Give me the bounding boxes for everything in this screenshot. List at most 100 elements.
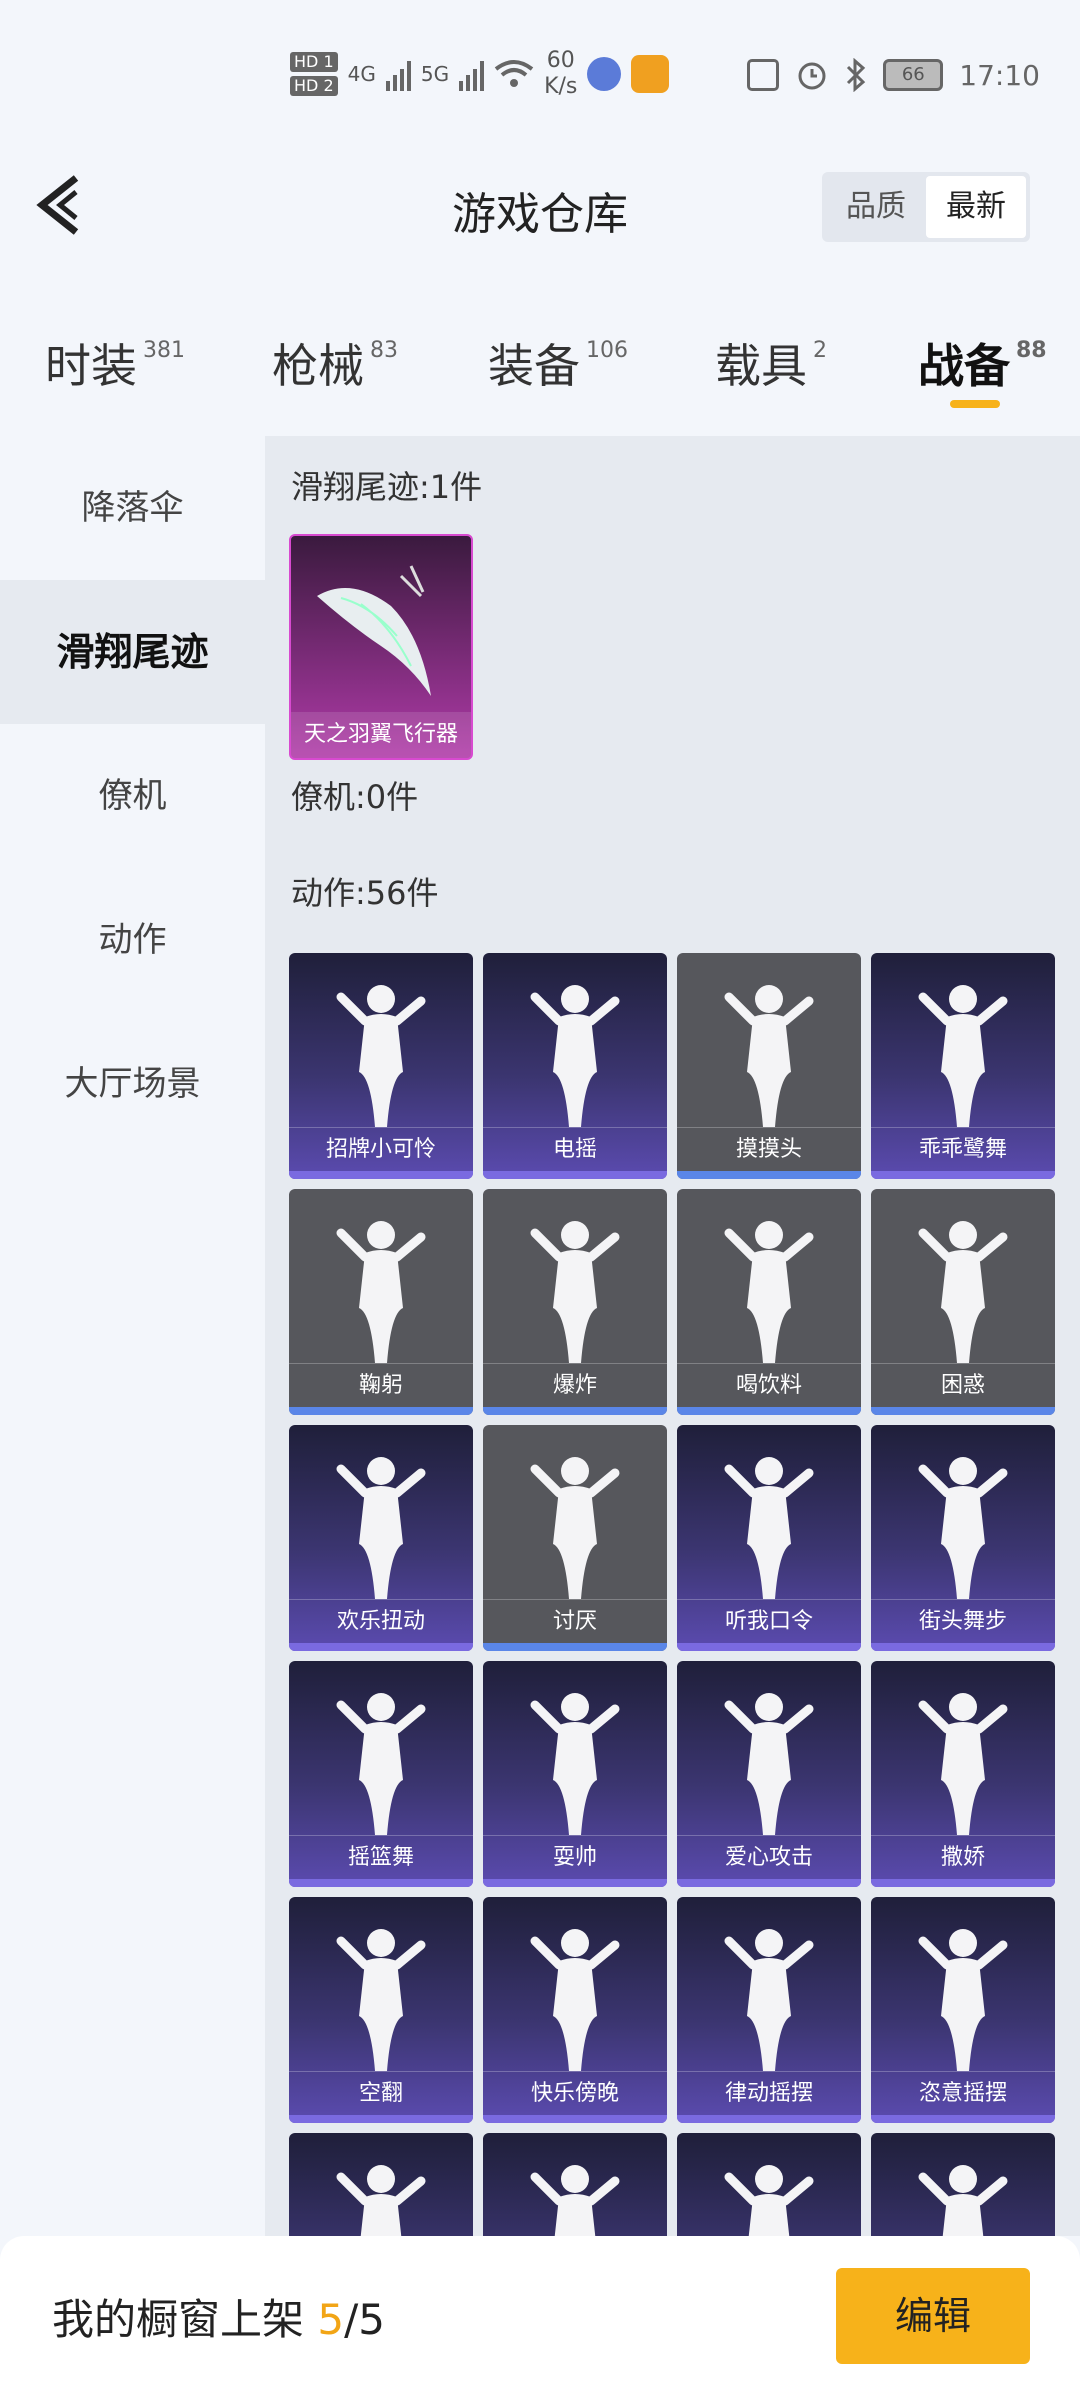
tab-equipment[interactable]: 装备 106 (488, 330, 628, 396)
dance-figure-icon (331, 1449, 431, 1599)
action-card-bar (677, 1879, 861, 1887)
sidebar-item-lobby-scene[interactable]: 大厅场景 (0, 1012, 265, 1156)
action-card-label: 街头舞步 (871, 1599, 1055, 1643)
signal-icon-2 (459, 57, 485, 91)
action-card[interactable]: 听我口令 (677, 1425, 861, 1651)
dance-figure-icon (719, 1921, 819, 2071)
tab-vehicles[interactable]: 载具 2 (715, 330, 827, 396)
action-card-label: 摇篮舞 (289, 1835, 473, 1879)
action-card[interactable]: 欢乐扭动 (289, 1425, 473, 1651)
action-card[interactable] (289, 2133, 473, 2236)
network-type-2: 5G (420, 62, 450, 86)
bluetooth-icon (847, 58, 866, 92)
sidebar-item-parachute[interactable]: 降落伞 (0, 436, 265, 580)
action-card-bar (483, 1643, 667, 1651)
tab-count: 83 (370, 338, 398, 363)
action-card-label: 爆炸 (483, 1363, 667, 1407)
action-card[interactable]: 恣意摇摆 (871, 1897, 1055, 2123)
glide-trail-section-title: 滑翔尾迹:1件 (291, 468, 483, 506)
action-card[interactable] (677, 2133, 861, 2236)
status-bar: HD 1 HD 2 4G 5G 60 K/s 66 17:10 (0, 0, 1080, 150)
action-card[interactable]: 爆炸 (483, 1189, 667, 1415)
action-card[interactable]: 招牌小可怜 (289, 953, 473, 1179)
dance-figure-icon (525, 1685, 625, 1835)
tab-combat-gear[interactable]: 战备 88 (918, 330, 1047, 396)
action-card-label: 讨厌 (483, 1599, 667, 1643)
action-card[interactable]: 讨厌 (483, 1425, 667, 1651)
action-card[interactable]: 律动摇摆 (677, 1897, 861, 2123)
wifi-icon (494, 60, 534, 87)
sidebar-item-glide-trail[interactable]: 滑翔尾迹 (0, 580, 265, 724)
action-card-bar (483, 1407, 667, 1415)
tab-label: 枪械 (272, 339, 364, 393)
category-tabs: 时装 381 枪械 83 装备 106 载具 2 战备 88 (0, 320, 1080, 420)
action-card-bar (871, 1171, 1055, 1179)
dance-figure-icon (913, 1685, 1013, 1835)
showcase-total: /5 (344, 2295, 385, 2344)
action-card[interactable]: 耍帅 (483, 1661, 667, 1887)
wing-icon (317, 565, 431, 696)
dance-figure-icon (719, 1685, 819, 1835)
action-card[interactable]: 摇篮舞 (289, 1661, 473, 1887)
sidebar-item-action[interactable]: 动作 (0, 868, 265, 1012)
dance-figure-icon (913, 977, 1013, 1127)
action-card-bar (289, 1407, 473, 1415)
action-card-bar (677, 1407, 861, 1415)
dance-figure-icon (913, 1449, 1013, 1599)
dance-figure-icon (331, 977, 431, 1127)
action-card[interactable]: 爱心攻击 (677, 1661, 861, 1887)
action-card[interactable]: 鞠躬 (289, 1189, 473, 1415)
sort-toggle: 品质 最新 (822, 172, 1030, 242)
action-card[interactable]: 喝饮料 (677, 1189, 861, 1415)
action-card-bar (677, 1171, 861, 1179)
action-card-label: 摸摸头 (677, 1127, 861, 1171)
dance-figure-icon (331, 1685, 431, 1835)
game-app-icon (631, 55, 670, 93)
action-card-label: 听我口令 (677, 1599, 861, 1643)
action-card-label: 欢乐扭动 (289, 1599, 473, 1643)
action-card[interactable]: 撒娇 (871, 1661, 1055, 1887)
dance-figure-icon (719, 1213, 819, 1363)
sort-newest-button[interactable]: 最新 (926, 176, 1026, 238)
dance-figure-icon (525, 1213, 625, 1363)
action-section-title: 动作:56件 (291, 874, 439, 912)
action-card-label: 恣意摇摆 (871, 2071, 1055, 2115)
action-card[interactable]: 街头舞步 (871, 1425, 1055, 1651)
net-speed-unit: K/s (544, 74, 578, 99)
nfc-icon (747, 59, 780, 91)
wingman-section-title: 僚机:0件 (291, 778, 419, 816)
action-card[interactable]: 快乐傍晚 (483, 1897, 667, 2123)
action-card-bar (871, 1407, 1055, 1415)
net-speed-value: 60 (546, 48, 575, 73)
tab-count: 2 (813, 338, 827, 363)
sidebar: 降落伞 滑翔尾迹 僚机 动作 大厅场景 (0, 436, 265, 2236)
tab-count: 106 (586, 338, 628, 363)
action-card-bar (483, 1171, 667, 1179)
tab-count: 381 (143, 338, 185, 363)
dance-figure-icon (913, 1921, 1013, 2071)
sim-indicators: HD 1 HD 2 (290, 52, 338, 96)
tab-firearms[interactable]: 枪械 83 (272, 330, 398, 396)
sort-quality-button[interactable]: 品质 (826, 176, 926, 238)
tab-count: 88 (1016, 338, 1047, 363)
glide-trail-item-label: 天之羽翼飞行器 (291, 712, 471, 758)
action-card-label: 鞠躬 (289, 1363, 473, 1407)
action-card[interactable]: 摸摸头 (677, 953, 861, 1179)
glide-trail-item-card[interactable]: 天之羽翼飞行器 (289, 534, 473, 760)
action-card[interactable] (871, 2133, 1055, 2236)
action-card-bar (677, 2115, 861, 2123)
edit-button[interactable]: 编辑 (836, 2268, 1030, 2364)
action-card[interactable] (483, 2133, 667, 2236)
status-left: HD 1 HD 2 4G 5G 60 K/s (290, 48, 670, 100)
dance-figure-icon (525, 977, 625, 1127)
action-card[interactable]: 困惑 (871, 1189, 1055, 1415)
dance-figure-icon (331, 2157, 431, 2236)
action-card-label: 律动摇摆 (677, 2071, 861, 2115)
action-card-label: 电摇 (483, 1127, 667, 1171)
action-card[interactable]: 空翻 (289, 1897, 473, 2123)
tab-fashion[interactable]: 时装 381 (45, 330, 185, 396)
dance-figure-icon (719, 977, 819, 1127)
action-card[interactable]: 电摇 (483, 953, 667, 1179)
sidebar-item-wingman[interactable]: 僚机 (0, 724, 265, 868)
action-card[interactable]: 乖乖鹭舞 (871, 953, 1055, 1179)
